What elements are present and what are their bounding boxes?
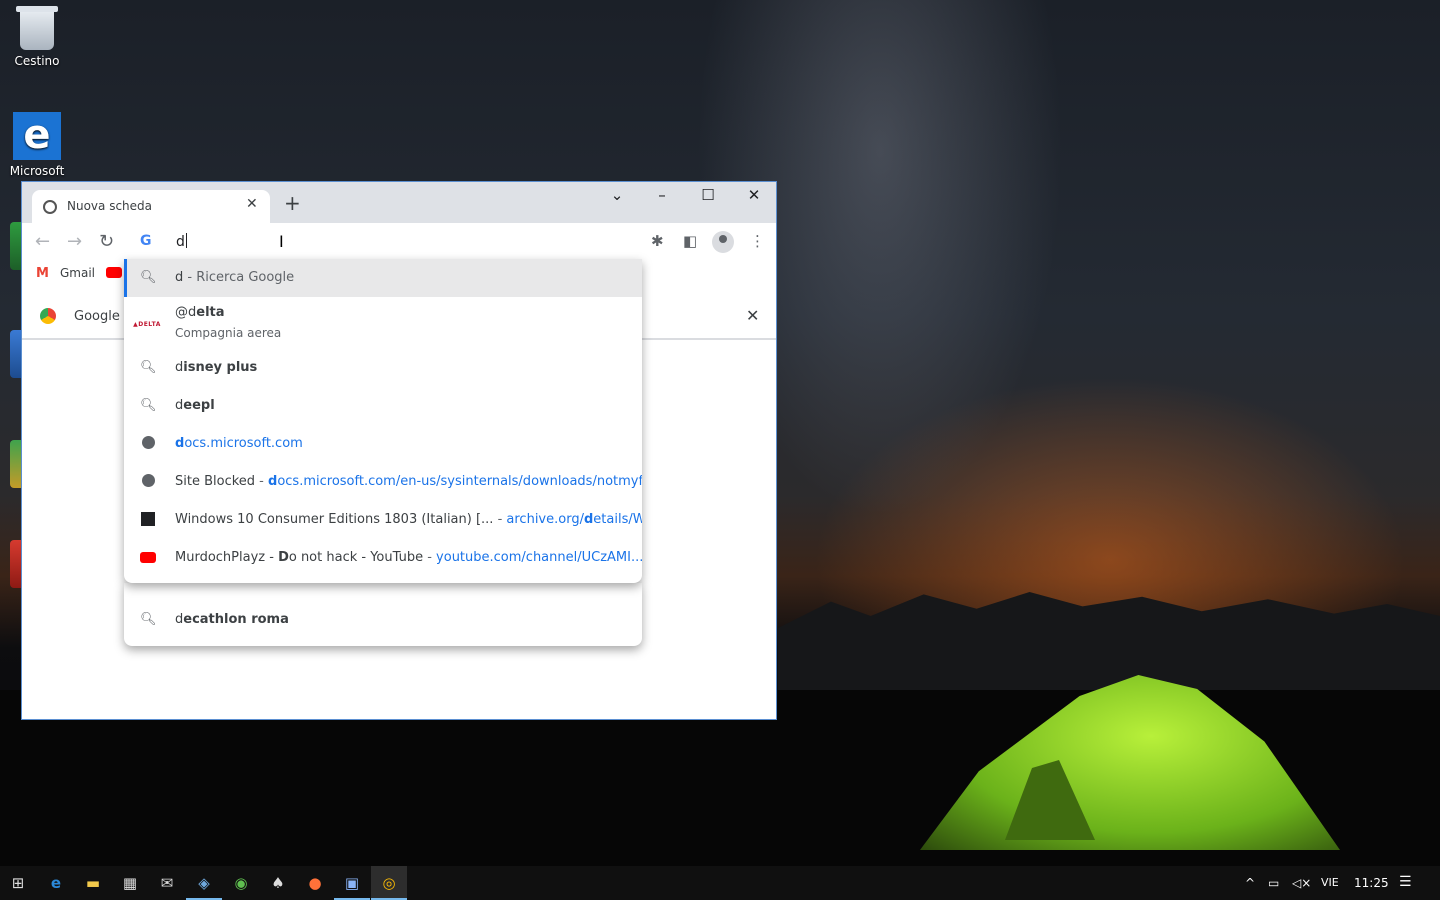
notifications-icon[interactable]: ☰ bbox=[1399, 874, 1412, 890]
tray-overflow-icon[interactable]: ^ bbox=[1245, 876, 1255, 890]
suggestion-text: disney plus bbox=[175, 360, 258, 375]
taskbar-solitaire-icon[interactable]: ♠ bbox=[260, 866, 296, 900]
suggestion-row[interactable]: 🔍︎ decathlon roma bbox=[124, 601, 642, 639]
desktop-icon-microsoft-edge[interactable]: e Microsoft bbox=[6, 112, 68, 178]
taskbar-virtualbox-icon[interactable]: ◈ bbox=[186, 866, 222, 900]
back-icon[interactable]: ← bbox=[35, 231, 50, 252]
toolbar: ← → ↻ G d I ✱ ◧ ⋮ bbox=[22, 223, 776, 261]
taskbar-file-explorer-icon[interactable]: ▬ bbox=[75, 866, 111, 900]
globe-icon bbox=[140, 474, 156, 490]
suggestion-row[interactable]: 🔍︎ deepl bbox=[124, 387, 642, 425]
chrome-logo-icon bbox=[40, 308, 56, 324]
suggestion-row[interactable]: Site Blocked - docs.microsoft.com/en-us/… bbox=[124, 463, 642, 501]
extensions-icon[interactable]: ✱ bbox=[651, 232, 664, 250]
desktop-icon-recycle-bin[interactable]: Cestino bbox=[8, 6, 66, 68]
taskbar-chrome-icon[interactable]: ◎ bbox=[371, 866, 407, 900]
minimize-button[interactable]: – bbox=[647, 186, 677, 204]
chrome-favicon-icon bbox=[43, 200, 57, 214]
search-icon: 🔍︎ bbox=[140, 270, 157, 285]
text-cursor-icon: I bbox=[279, 232, 284, 251]
suggestion-row[interactable]: docs.microsoft.com bbox=[124, 425, 642, 463]
profile-avatar[interactable] bbox=[712, 231, 734, 253]
taskbar-mail-icon[interactable]: ✉ bbox=[149, 866, 185, 900]
search-icon: 🔍︎ bbox=[140, 360, 157, 375]
forward-icon[interactable]: → bbox=[67, 231, 82, 252]
gmail-icon: M bbox=[36, 266, 49, 281]
suggestion-row[interactable]: 🔍︎ disney plus bbox=[124, 349, 642, 387]
archive-icon bbox=[140, 512, 156, 528]
close-button[interactable]: ✕ bbox=[739, 186, 769, 204]
tab-title: Nuova scheda bbox=[67, 199, 153, 213]
youtube-icon bbox=[140, 550, 156, 566]
tab-close-icon[interactable]: ✕ bbox=[246, 196, 258, 212]
omnibox-suggestions: 🔍︎ d - Ricerca Google ▲DELTA @delta Comp… bbox=[124, 259, 642, 583]
search-icon: 🔍︎ bbox=[140, 612, 157, 627]
google-logo-icon: G bbox=[140, 233, 152, 249]
taskbar-app-window-icon[interactable]: ▣ bbox=[334, 866, 370, 900]
suggestion-text: decathlon roma bbox=[175, 612, 289, 627]
suggestion-text: MurdochPlayz - Do not hack - YouTube - y… bbox=[175, 550, 642, 565]
tab-new-tab[interactable]: Nuova scheda ✕ bbox=[32, 190, 270, 223]
side-panel-icon[interactable]: ◧ bbox=[683, 232, 697, 250]
globe-icon bbox=[140, 436, 156, 452]
tab-search-icon[interactable]: ⌄ bbox=[602, 186, 632, 204]
title-bar: Nuova scheda ✕ + ⌄ – ☐ ✕ bbox=[22, 182, 776, 223]
suggestion-text: Windows 10 Consumer Editions 1803 (Itali… bbox=[175, 512, 642, 527]
suggestion-url: docs.microsoft.com bbox=[175, 436, 303, 451]
search-icon: 🔍︎ bbox=[140, 398, 157, 413]
recycle-bin-icon bbox=[16, 6, 58, 50]
taskbar-green-app-icon[interactable]: ◉ bbox=[223, 866, 259, 900]
omnibox-input[interactable]: d bbox=[176, 233, 187, 250]
bookmark-gmail[interactable]: Gmail bbox=[60, 266, 95, 280]
desktop-icon-label: Cestino bbox=[14, 54, 60, 68]
suggestion-text: deepl bbox=[175, 398, 215, 413]
desktop-icon-label: Microsoft bbox=[9, 164, 65, 178]
suggestion-text: Site Blocked - docs.microsoft.com/en-us/… bbox=[175, 474, 642, 489]
taskbar-firefox-icon[interactable]: ● bbox=[297, 866, 333, 900]
delta-logo-icon: ▲DELTA bbox=[133, 321, 161, 328]
taskbar-edge-icon[interactable]: e bbox=[38, 866, 74, 900]
suggestion-row[interactable]: 🔍︎ d - Ricerca Google bbox=[124, 259, 642, 297]
wallpaper-mountains bbox=[778, 592, 1440, 700]
volume-muted-icon[interactable]: ◁× bbox=[1292, 876, 1311, 890]
suggestion-row[interactable]: Windows 10 Consumer Editions 1803 (Itali… bbox=[124, 501, 642, 539]
edge-icon: e bbox=[13, 112, 61, 160]
infobar-close-icon[interactable]: ✕ bbox=[746, 306, 759, 325]
taskbar-store-icon[interactable]: ▦ bbox=[112, 866, 148, 900]
suggestion-row[interactable]: ▲DELTA @delta Compagnia aerea bbox=[124, 297, 642, 349]
start-button[interactable]: ⊞ bbox=[0, 866, 36, 900]
omnibox[interactable]: G d I bbox=[124, 223, 644, 261]
omnibox-suggestions-overflow: 🔍︎ decathlon roma bbox=[124, 583, 642, 646]
clock[interactable]: 11:25 bbox=[1354, 876, 1389, 890]
taskbar: ⊞ e ▬ ▦ ✉ ◈ ◉ ♠ ● ▣ ◎ ^ ▭ ◁× VIE 11:25 ☰ bbox=[0, 866, 1440, 900]
language-indicator[interactable]: VIE bbox=[1321, 876, 1339, 889]
reload-icon[interactable]: ↻ bbox=[99, 231, 114, 252]
suggestion-text: @delta bbox=[175, 305, 225, 320]
youtube-icon[interactable] bbox=[106, 267, 122, 278]
new-tab-button[interactable]: + bbox=[284, 193, 301, 213]
menu-icon[interactable]: ⋮ bbox=[750, 232, 765, 250]
suggestion-text: d - Ricerca Google bbox=[175, 270, 295, 285]
maximize-button[interactable]: ☐ bbox=[693, 186, 723, 204]
suggestion-subtitle: Compagnia aerea bbox=[175, 326, 282, 340]
network-icon[interactable]: ▭ bbox=[1268, 876, 1279, 890]
suggestion-row[interactable]: MurdochPlayz - Do not hack - YouTube - y… bbox=[124, 539, 642, 577]
